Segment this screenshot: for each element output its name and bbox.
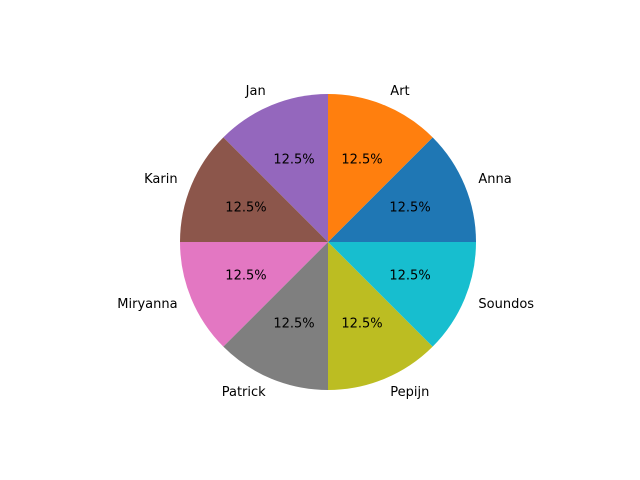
pie-percent-label-patrick: 12.5% xyxy=(273,317,314,332)
pie-percent-label-karin: 12.5% xyxy=(225,201,266,216)
pie-category-label-karin: Karin xyxy=(144,172,177,187)
pie-category-label-miryanna: Miryanna xyxy=(117,297,177,312)
pie-category-label-anna: Anna xyxy=(478,172,511,187)
pie-percent-label-art: 12.5% xyxy=(341,152,382,167)
pie-percent-label-jan: 12.5% xyxy=(273,152,314,167)
pie-category-label-jan: Jan xyxy=(245,84,266,99)
pie-percent-label-anna: 12.5% xyxy=(389,201,430,216)
chart-figure: 12.5% Anna 12.5% Art 12.5% Jan 12.5% Karin 12.5%… xyxy=(0,0,640,480)
pie-chart: 12.5% Anna 12.5% Art 12.5% Jan 12.5% Karin 12.5%… xyxy=(117,84,534,400)
pie-percent-label-soundos: 12.5% xyxy=(389,268,430,283)
pie-category-label-pepijn: Pepijn xyxy=(390,385,429,400)
pie-category-label-soundos: Soundos xyxy=(478,297,534,312)
pie-percent-label-pepijn: 12.5% xyxy=(341,317,382,332)
pie-category-label-art: Art xyxy=(390,84,409,99)
pie-percent-label-miryanna: 12.5% xyxy=(225,268,266,283)
pie-category-label-patrick: Patrick xyxy=(222,385,266,400)
pie-slices xyxy=(180,94,476,390)
